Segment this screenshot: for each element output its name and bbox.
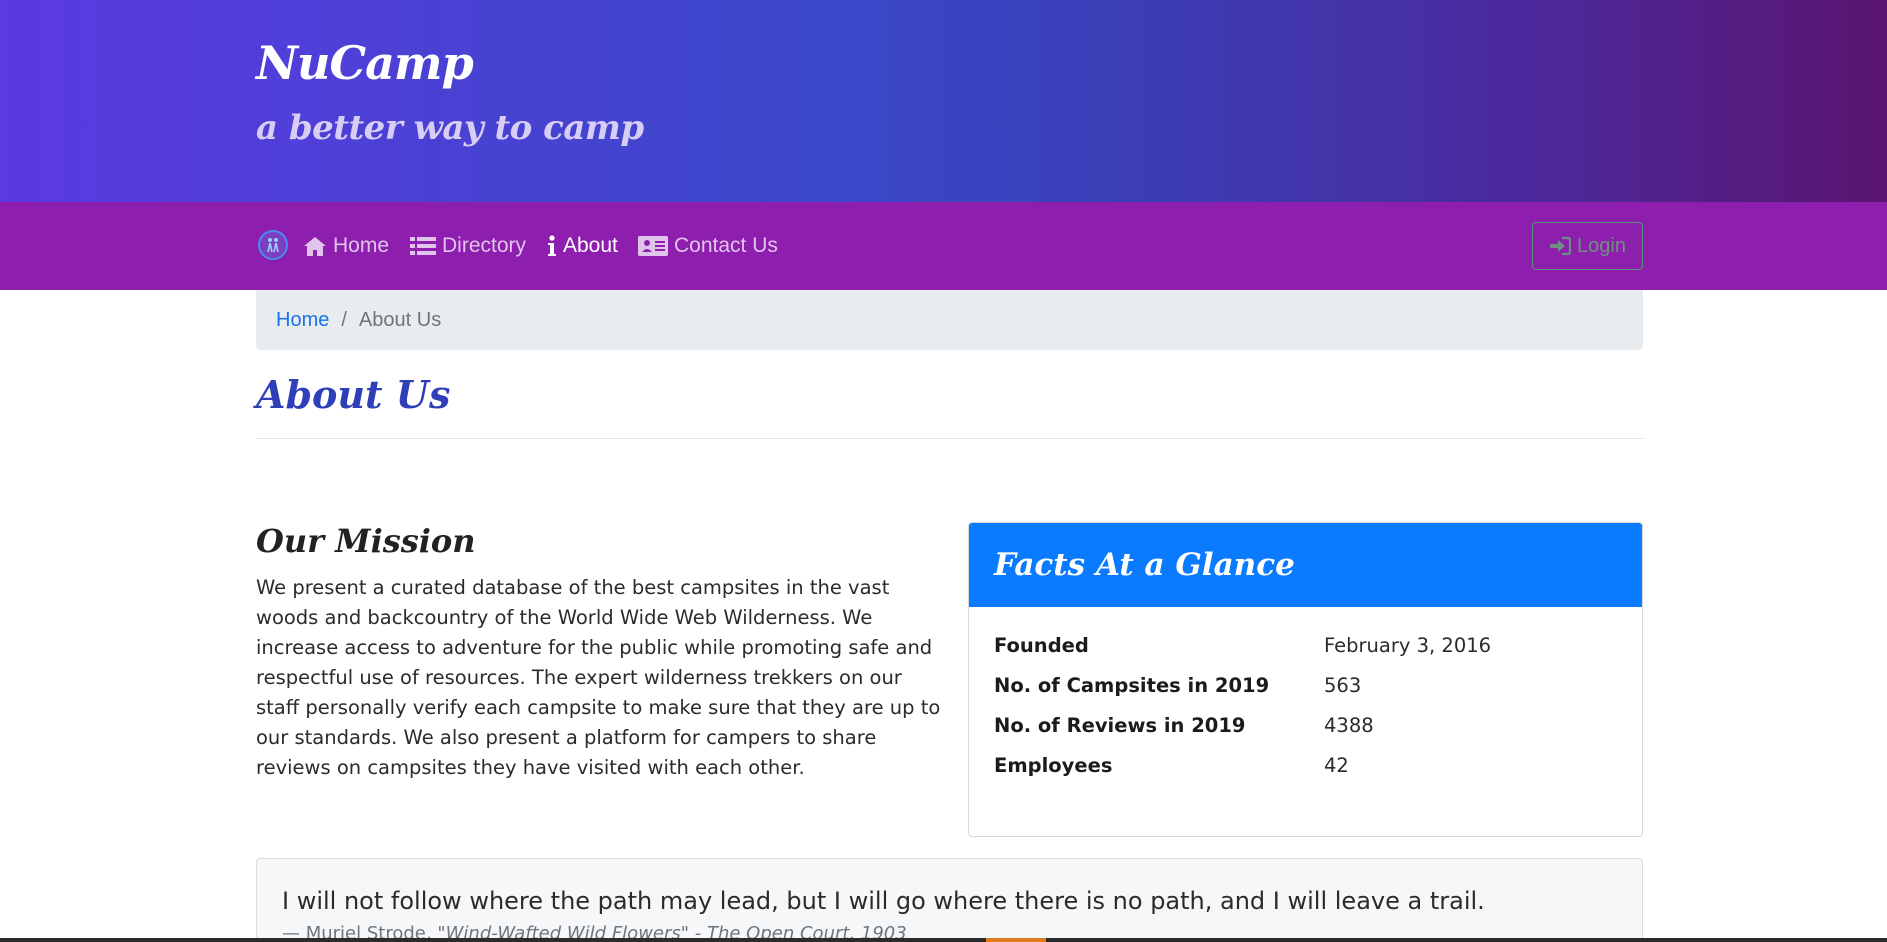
mission-heading: Our Mission [256, 522, 476, 560]
nav-about-label: About [563, 234, 618, 257]
bottom-edge-bar [0, 938, 1887, 942]
list-icon [410, 237, 436, 255]
fact-label: Founded [994, 634, 1089, 657]
fact-label: No. of Campsites in 2019 [994, 674, 1270, 697]
info-icon [548, 235, 556, 256]
address-card-icon [638, 236, 668, 256]
campers-logo-icon[interactable] [258, 230, 288, 260]
fact-value: 563 [1324, 674, 1362, 697]
campers-figure-icon [267, 238, 279, 253]
title-divider [256, 438, 1643, 439]
facts-heading: Facts At a Glance [969, 523, 1642, 607]
fact-value: 4388 [1324, 714, 1374, 737]
fact-row-founded: Founded February 3, 2016 [994, 634, 1614, 674]
page-title: About Us [256, 372, 451, 417]
fact-label: Employees [994, 754, 1113, 777]
home-icon [304, 237, 326, 256]
breadcrumb-separator: / [341, 308, 347, 331]
nav-contact-label: Contact Us [674, 234, 778, 257]
quote-text: I will not follow where the path may lea… [282, 887, 1485, 915]
breadcrumb: Home / About Us [256, 290, 1643, 350]
header-jumbotron: NuCamp a better way to camp [0, 0, 1887, 202]
brand-title: NuCamp [256, 36, 474, 90]
nav-directory-label: Directory [442, 234, 527, 257]
facts-card: Facts At a Glance Founded February 3, 20… [968, 522, 1643, 837]
brand-tagline: a better way to camp [256, 108, 644, 148]
quote-block: I will not follow where the path may lea… [256, 858, 1643, 942]
fact-value: 42 [1324, 754, 1349, 777]
fact-row-employees: Employees 42 [994, 754, 1614, 794]
nav-home[interactable]: Home [303, 230, 389, 262]
sign-in-icon [1550, 236, 1572, 256]
bottom-accent [986, 938, 1046, 942]
fact-row-reviews: No. of Reviews in 2019 4388 [994, 714, 1614, 754]
nav-home-label: Home [333, 234, 390, 257]
nav-about[interactable]: About [547, 230, 618, 262]
nav-contact[interactable]: Contact Us [638, 230, 778, 262]
fact-row-campsites: No. of Campsites in 2019 563 [994, 674, 1614, 714]
fact-value: February 3, 2016 [1324, 634, 1492, 657]
fact-label: No. of Reviews in 2019 [994, 714, 1246, 737]
breadcrumb-home-link[interactable]: Home [276, 309, 329, 332]
nav-directory[interactable]: Directory [410, 230, 526, 262]
login-button[interactable]: Login [1532, 222, 1643, 270]
mission-text: We present a curated database of the bes… [256, 576, 941, 779]
login-label: Login [1577, 234, 1626, 257]
breadcrumb-current: About Us [358, 308, 442, 331]
